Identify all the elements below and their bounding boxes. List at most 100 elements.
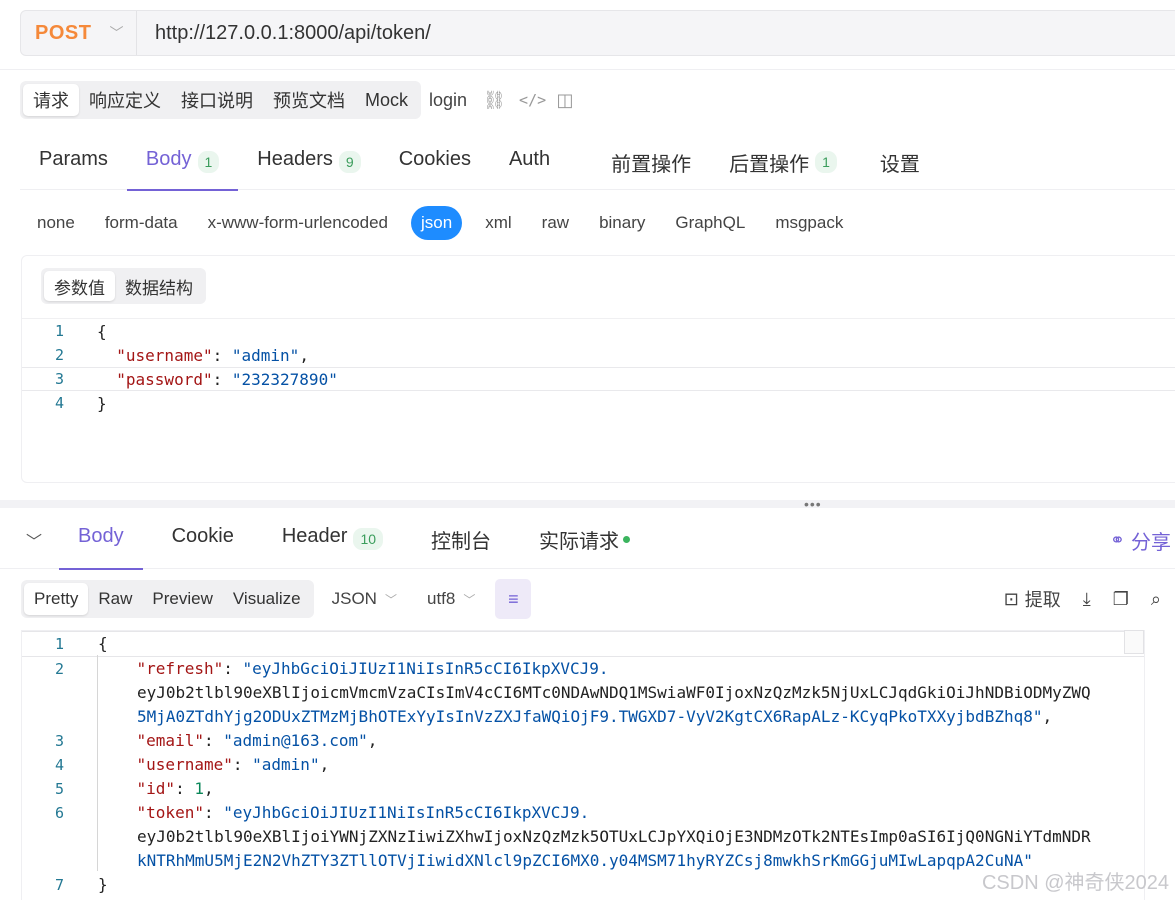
body-type-none[interactable]: none bbox=[22, 206, 90, 240]
tab-settings[interactable]: 设置 bbox=[856, 138, 939, 190]
body-type-selector: none form-data x-www-form-urlencoded jso… bbox=[22, 206, 858, 240]
share-button[interactable]: ⚭ 分享 bbox=[1110, 526, 1171, 555]
drag-handle-icon[interactable]: ••• bbox=[804, 497, 822, 511]
body-type-msgpack[interactable]: msgpack bbox=[760, 206, 858, 240]
tab-pre-operations[interactable]: 前置操作 bbox=[592, 138, 710, 190]
email-value: admin@163.com bbox=[232, 731, 359, 750]
code-line: 7} bbox=[54, 875, 108, 894]
response-body-viewer[interactable]: 1{ 2 "refresh": "eyJhbGciOiJIUzI1NiIsInR… bbox=[21, 630, 1145, 900]
count-badge: 1 bbox=[197, 151, 220, 173]
body-view-segment: 参数值 数据结构 bbox=[41, 268, 206, 304]
tab-actual-request[interactable]: 实际请求 bbox=[520, 515, 649, 569]
split-view-icon[interactable]: ◫ bbox=[555, 90, 575, 111]
mode-visualize[interactable]: Visualize bbox=[223, 583, 311, 615]
copy-button[interactable]: ❐ bbox=[1113, 589, 1129, 610]
mode-raw[interactable]: Raw bbox=[88, 583, 142, 615]
tab-label: Cookies bbox=[398, 148, 471, 170]
body-type-graphql[interactable]: GraphQL bbox=[660, 206, 760, 240]
username-value: admin bbox=[261, 755, 310, 774]
extract-icon: ⊡ bbox=[1003, 588, 1019, 609]
response-tabs: ﹀ Body Cookie Header 10 控制台 实际请求 ⚭ 分享 bbox=[0, 515, 1175, 570]
tab-headers[interactable]: Headers 9 bbox=[238, 138, 379, 190]
wrap-lines-button[interactable]: ≡ bbox=[495, 579, 532, 619]
tab-cookies[interactable]: Cookies bbox=[380, 138, 490, 190]
tab-label: Headers bbox=[257, 148, 333, 170]
method-selector[interactable]: POST ﹀ bbox=[21, 11, 137, 55]
body-type-urlencoded[interactable]: x-www-form-urlencoded bbox=[193, 206, 403, 240]
panel-splitter[interactable] bbox=[0, 500, 1175, 508]
segment-data-structure[interactable]: 数据结构 bbox=[115, 271, 203, 301]
tab-console[interactable]: 控制台 bbox=[412, 515, 510, 569]
status-dot bbox=[623, 536, 631, 543]
tab-label: 设置 bbox=[879, 154, 920, 176]
tab-body[interactable]: Body 1 bbox=[126, 138, 239, 191]
extract-label: 提取 bbox=[1024, 590, 1061, 610]
tab-label: Auth bbox=[508, 148, 551, 170]
segment-response-def[interactable]: 响应定义 bbox=[79, 84, 171, 116]
mode-pretty[interactable]: Pretty bbox=[24, 583, 89, 615]
watermark: CSDN @神奇侠2024 bbox=[981, 872, 1169, 894]
code-line-wrap: eyJ0b2tlbl90eXBlIjoiYWNjZXNzIiwiZXhwIjox… bbox=[22, 825, 1144, 849]
indent-guide bbox=[97, 655, 98, 871]
code-line: 1{ bbox=[22, 631, 1144, 657]
response-toolbar: Pretty Raw Preview Visualize JSON ﹀ utf8 ﹀… bbox=[21, 579, 1175, 619]
tab-label: Cookie bbox=[171, 525, 234, 547]
refresh-line-2: eyJ0b2tlbl90eXBlIjoicmVmcmVzaCIsImV4cCI6… bbox=[137, 683, 1091, 702]
tab-label: Params bbox=[39, 148, 108, 170]
code-line: 5 "id": 1, bbox=[54, 779, 214, 798]
segment-request[interactable]: 请求 bbox=[23, 84, 79, 116]
tab-label: Body bbox=[78, 525, 124, 547]
url-input[interactable]: http://127.0.0.1:8000/api/token/ bbox=[155, 22, 431, 45]
download-button[interactable]: ⤓ bbox=[1083, 589, 1091, 610]
count-badge: 9 bbox=[338, 151, 361, 173]
encoding-select[interactable]: utf8 ﹀ bbox=[421, 589, 481, 609]
tab-post-operations[interactable]: 后置操作 1 bbox=[710, 138, 856, 190]
code-line-wrap: kNTRhMmU5MjE2N2VhZTY3ZTllOTVjIiwidXNlcl9… bbox=[137, 851, 1033, 870]
body-type-form-data[interactable]: form-data bbox=[90, 206, 193, 240]
mode-preview[interactable]: Preview bbox=[142, 583, 222, 615]
segment-api-doc[interactable]: 接口说明 bbox=[171, 84, 263, 116]
code-line: 6 "token": "eyJhbGciOiJIUzI1NiIsInR5cCI6… bbox=[54, 803, 590, 822]
code-line: 4 "username": "admin", bbox=[54, 755, 330, 774]
divider bbox=[0, 69, 1175, 70]
tab-auth[interactable]: Auth bbox=[490, 138, 592, 190]
download-icon: ⤓ bbox=[1082, 588, 1091, 609]
tab-params[interactable]: Params bbox=[20, 138, 127, 190]
tab-response-header[interactable]: Header 10 bbox=[263, 515, 402, 569]
request-mode-segment: 请求 响应定义 接口说明 预览文档 Mock bbox=[20, 81, 422, 119]
copy-icon: ❐ bbox=[1112, 588, 1129, 609]
link-icon[interactable]: ⛓ bbox=[483, 90, 506, 111]
request-body-editor[interactable]: 1{ 2 "username": "admin", 3 "password": … bbox=[22, 318, 1175, 415]
chevron-down-icon: ﹀ bbox=[384, 592, 397, 607]
body-type-binary[interactable]: binary bbox=[584, 206, 660, 240]
extract-button[interactable]: ⊡ 提取 bbox=[1004, 586, 1061, 612]
code-icon[interactable]: </> bbox=[519, 91, 546, 109]
chevron-down-icon[interactable]: ﹀ bbox=[26, 528, 42, 552]
tab-label: 后置操作 bbox=[729, 154, 810, 176]
body-type-json[interactable]: json bbox=[411, 206, 463, 240]
code-line: 2 "refresh": "eyJhbGciOiJIUzI1NiIsInR5cC… bbox=[54, 659, 609, 678]
wrap-icon: ≡ bbox=[508, 588, 519, 609]
request-body-panel: 参数值 数据结构 1{ 2 "username": "admin", 3 "pa… bbox=[21, 255, 1175, 483]
search-icon: ⌕ bbox=[1150, 588, 1161, 609]
tab-label: Body bbox=[145, 148, 192, 170]
tab-response-body[interactable]: Body bbox=[59, 515, 143, 570]
tab-response-cookie[interactable]: Cookie bbox=[153, 515, 253, 569]
code-line: 4} bbox=[54, 393, 107, 413]
format-select[interactable]: JSON ﹀ bbox=[326, 589, 403, 609]
code-line: 2 "username": "admin", bbox=[54, 345, 309, 365]
segment-param-values[interactable]: 参数值 bbox=[44, 271, 115, 301]
search-button[interactable]: ⌕ bbox=[1151, 589, 1161, 610]
segment-preview-doc[interactable]: 预览文档 bbox=[263, 84, 355, 116]
segment-mock[interactable]: Mock bbox=[355, 84, 418, 116]
encoding-value: utf8 bbox=[426, 589, 456, 608]
code-line: 3 "password": "232327890" bbox=[22, 367, 1175, 391]
password-value: 232327890 bbox=[241, 369, 329, 389]
request-name[interactable]: login bbox=[429, 90, 467, 111]
minimap-toggle[interactable] bbox=[1124, 630, 1144, 654]
body-type-xml[interactable]: xml bbox=[470, 206, 526, 240]
chevron-down-icon: ﹀ bbox=[463, 592, 476, 607]
refresh-line-1: eyJhbGciOiJIUzI1NiIsInR5cCI6IkpXVCJ9. bbox=[252, 659, 609, 678]
body-type-raw[interactable]: raw bbox=[527, 206, 584, 240]
method-label: POST bbox=[35, 21, 92, 44]
